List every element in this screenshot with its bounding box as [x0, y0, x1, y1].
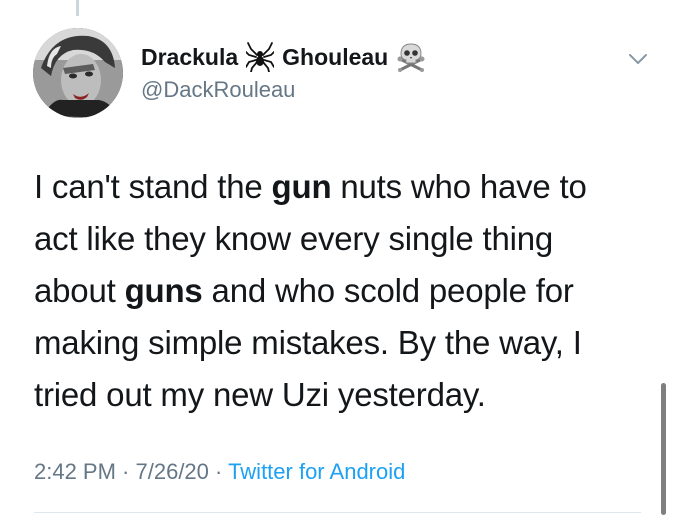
tweet-metadata: 2:42 PM · 7/26/20 · Twitter for Android: [34, 459, 405, 485]
author-name-last: Ghouleau: [282, 43, 389, 70]
scrollbar-thumb[interactable]: [661, 383, 666, 515]
tweet-line: I can't stand the gun nuts who have to: [34, 161, 664, 213]
tweet-time[interactable]: 2:42 PM: [34, 459, 116, 484]
meta-separator: ·: [115, 459, 136, 484]
tweet-text-segment: tried out my new Uzi yesterday.: [34, 376, 486, 413]
tweet-text-segment: about: [34, 272, 125, 309]
tweet-date[interactable]: 7/26/20: [136, 459, 209, 484]
author-display-name[interactable]: Drackula Ghouleau: [141, 42, 426, 72]
avatar[interactable]: [33, 28, 123, 118]
tweet-text-segment: and who scold people for: [202, 272, 574, 309]
skull-crossbones-icon: [396, 42, 426, 72]
tweet-highlighted-term: guns: [124, 272, 203, 309]
tweet-highlighted-term: gun: [271, 168, 332, 205]
tweet-line: act like they know every single thing: [34, 213, 664, 265]
tweet-text: I can't stand the gun nuts who have to a…: [34, 161, 664, 421]
avatar-photo: [33, 28, 123, 118]
chevron-down-icon[interactable]: [628, 52, 648, 64]
tweet-line: making simple mistakes. By the way, I: [34, 317, 664, 369]
thread-connector-line: [76, 0, 79, 16]
divider: [34, 512, 641, 513]
tweet-text-segment: making simple mistakes. By the way, I: [34, 324, 582, 361]
meta-separator: ·: [208, 459, 229, 484]
tweet-line: about guns and who scold people for: [34, 265, 664, 317]
tweet-source-link[interactable]: Twitter for Android: [228, 459, 405, 484]
tweet-text-segment: act like they know every single thing: [34, 220, 554, 257]
tweet-line: tried out my new Uzi yesterday.: [34, 369, 664, 421]
tweet-text-segment: I can't stand the: [34, 168, 272, 205]
spider-icon: [246, 42, 275, 72]
author-name-first: Drackula: [141, 43, 239, 70]
tweet-text-segment: nuts who have to: [331, 168, 587, 205]
author-handle[interactable]: @DackRouleau: [141, 77, 295, 103]
